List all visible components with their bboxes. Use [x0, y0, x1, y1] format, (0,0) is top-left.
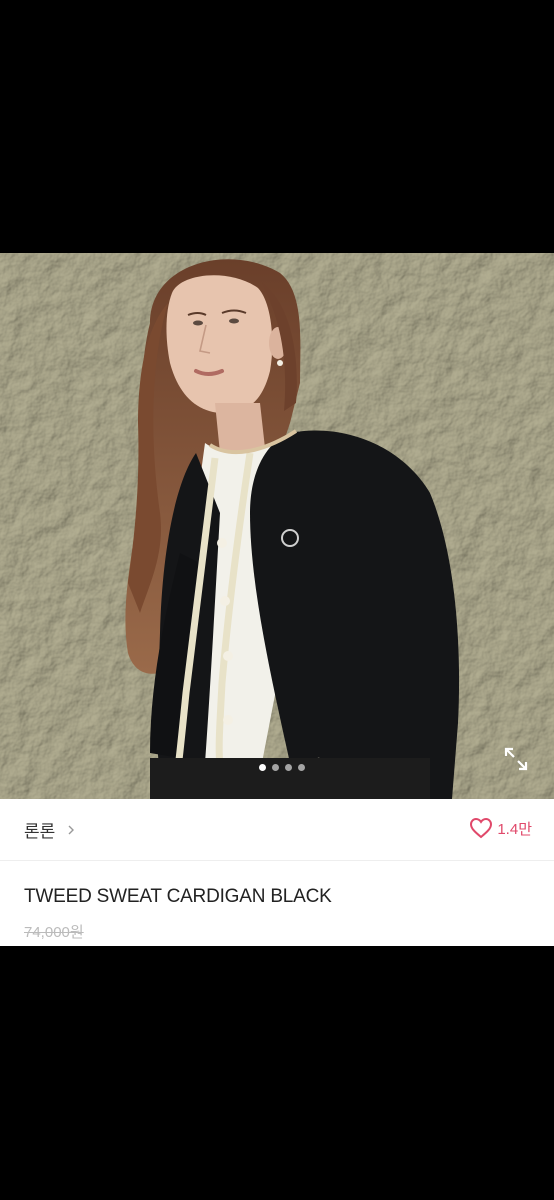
- product-photo-illustration: [0, 253, 554, 799]
- brand-link[interactable]: 론론: [24, 817, 75, 842]
- brand-name: 론론: [24, 822, 56, 841]
- chevron-right-icon: [68, 825, 75, 834]
- expand-arrows-icon[interactable]: [503, 746, 529, 772]
- product-image[interactable]: [0, 253, 554, 799]
- heart-outline-icon: [470, 817, 493, 839]
- carousel-dot-3[interactable]: [285, 764, 292, 771]
- product-info-panel: 론론 1.4만 TWEED SWEAT CARDIGAN BLACK 74,00…: [0, 799, 554, 946]
- product-title: TWEED SWEAT CARDIGAN BLACK: [24, 886, 332, 907]
- like-count: 1.4만: [497, 820, 532, 838]
- carousel-indicator: [0, 764, 554, 772]
- carousel-dot-4[interactable]: [298, 764, 305, 771]
- product-price: 74,000원: [24, 924, 84, 941]
- brand-row: 론론 1.4만: [0, 799, 554, 861]
- carousel-dot-2[interactable]: [272, 764, 279, 771]
- like-button[interactable]: 1.4만: [469, 817, 532, 839]
- carousel-dot-1[interactable]: [259, 764, 266, 771]
